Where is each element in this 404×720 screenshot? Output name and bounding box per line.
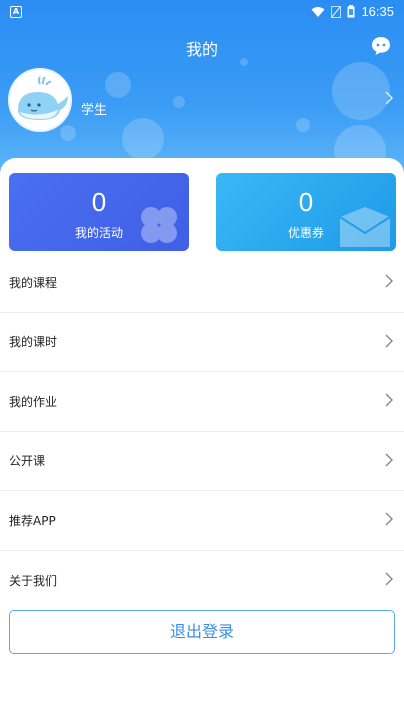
activities-label: 我的活动	[74, 226, 123, 240]
profile-chevron-right-icon[interactable]	[384, 90, 394, 106]
chevron-right-icon	[385, 334, 393, 347]
page-title: 我的	[185, 40, 218, 59]
activities-count: 0	[91, 187, 107, 217]
chat-bubble-icon[interactable]	[370, 35, 392, 57]
avatar[interactable]	[8, 68, 72, 132]
menu-item-open-class[interactable]: 公开课	[0, 432, 404, 491]
status-time: 16:35	[361, 4, 394, 19]
chevron-right-icon	[385, 512, 393, 526]
chevron-right-icon	[385, 274, 393, 288]
menu-item-label: 公开课	[9, 454, 46, 469]
chevron-right-icon	[385, 572, 393, 585]
coupons-count: 0	[298, 187, 314, 217]
menu-item-label: 关于我们	[9, 573, 58, 588]
menu-item-label: 我的课时	[9, 335, 58, 350]
menu-list: 我的课程 我的课时 我的作业 公开课 推荐APP 关于我们	[0, 253, 404, 610]
chevron-right-icon	[385, 453, 393, 466]
menu-item-recommended-apps[interactable]: 推荐APP	[0, 491, 404, 551]
menu-item-my-homework[interactable]: 我的作业	[0, 372, 404, 432]
menu-item-label: 我的课程	[9, 275, 58, 290]
battery-icon	[347, 5, 355, 18]
my-activities-card[interactable]: 0 我的活动	[9, 173, 189, 251]
logout-button[interactable]: 退出登录	[9, 610, 395, 654]
coupons-label: 优惠券	[287, 226, 324, 240]
app-notification-icon: A	[10, 6, 22, 18]
menu-item-about-us[interactable]: 关于我们	[0, 551, 404, 611]
coupons-card[interactable]: 0 优惠券	[216, 173, 396, 251]
menu-item-my-courses[interactable]: 我的课程	[0, 253, 404, 313]
menu-item-my-lessons[interactable]: 我的课时	[0, 313, 404, 372]
chevron-right-icon	[385, 393, 393, 407]
username[interactable]: 学生	[81, 99, 107, 118]
wifi-icon	[311, 6, 325, 17]
menu-item-label: 我的作业	[9, 394, 58, 409]
status-bar: A 16:35	[0, 0, 404, 26]
signal-icon	[331, 5, 342, 18]
menu-item-label: 推荐APP	[9, 513, 56, 528]
